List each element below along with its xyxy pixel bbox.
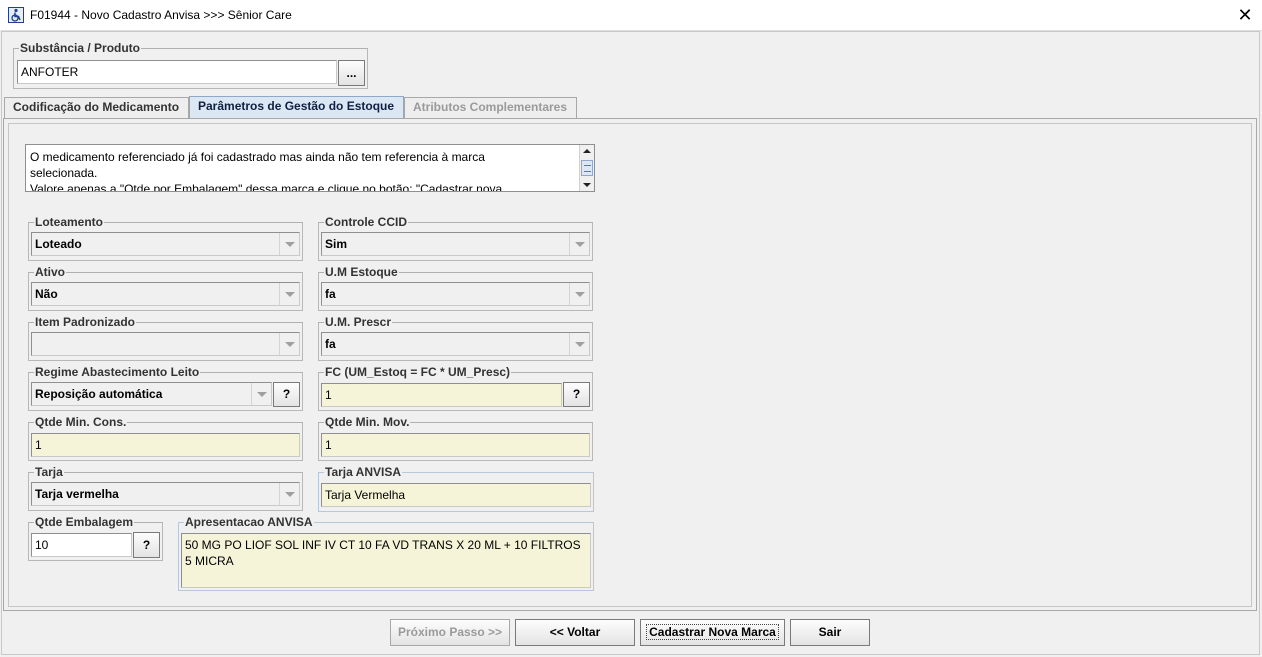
controle-ccid-select[interactable]: Sim bbox=[321, 232, 590, 256]
chevron-down-icon[interactable] bbox=[279, 483, 299, 505]
qtde-embalagem-input[interactable]: 10 bbox=[31, 533, 132, 557]
item-padronizado-label: Item Padronizado bbox=[34, 315, 137, 329]
tab-atributos[interactable]: Atributos Complementares bbox=[404, 97, 577, 118]
substancia-label: Substância / Produto bbox=[19, 41, 142, 55]
info-line-3: Valore apenas a "Qtde por Embalagem" des… bbox=[30, 182, 503, 192]
loteamento-label: Loteamento bbox=[34, 215, 105, 229]
um-prescr-label: U.M. Prescr bbox=[324, 315, 393, 329]
tab-codificacao[interactable]: Codificação do Medicamento bbox=[4, 97, 189, 118]
um-estoque-label: U.M Estoque bbox=[324, 265, 399, 279]
substancia-browse-button[interactable]: ... bbox=[338, 60, 365, 86]
chevron-down-icon[interactable] bbox=[569, 333, 589, 355]
apresentacao-anvisa-textarea[interactable]: 50 MG PO LIOF SOL INF IV CT 10 FA VD TRA… bbox=[181, 533, 591, 588]
qtde-embalagem-label: Qtde Embalagem bbox=[34, 515, 135, 529]
close-icon[interactable]: ✕ bbox=[1234, 4, 1256, 26]
tab-parametros[interactable]: Parâmetros de Gestão do Estoque bbox=[189, 96, 404, 119]
fc-label: FC (UM_Estoq = FC * UM_Presc) bbox=[324, 365, 512, 379]
tarja-anvisa-label: Tarja ANVISA bbox=[324, 465, 403, 479]
chevron-down-icon[interactable] bbox=[279, 233, 299, 255]
chevron-down-icon[interactable] bbox=[279, 283, 299, 305]
cadastrar-nova-marca-label: Cadastrar Nova Marca bbox=[646, 624, 779, 640]
proximo-passo-button[interactable]: Próximo Passo >> bbox=[390, 619, 510, 646]
um-prescr-value: fa bbox=[325, 337, 336, 351]
controle-ccid-label: Controle CCID bbox=[324, 215, 408, 229]
substancia-input[interactable]: ANFOTER bbox=[17, 60, 337, 84]
info-line-2: selecionada. bbox=[30, 166, 98, 180]
qtde-embalagem-help-button[interactable]: ? bbox=[133, 532, 160, 558]
qtde-min-mov-label: Qtde Min. Mov. bbox=[324, 415, 411, 429]
regime-select[interactable]: Reposição automática bbox=[31, 382, 272, 406]
loteamento-value: Loteado bbox=[35, 237, 82, 251]
regime-help-button[interactable]: ? bbox=[273, 382, 300, 407]
voltar-button[interactable]: << Voltar bbox=[515, 619, 635, 646]
info-message: O medicamento referenciado já foi cadast… bbox=[25, 144, 595, 192]
fc-help-button[interactable]: ? bbox=[563, 382, 590, 407]
scroll-up-icon[interactable] bbox=[580, 145, 594, 157]
window-title: F01944 - Novo Cadastro Anvisa >>> Sênior… bbox=[30, 8, 292, 22]
cadastrar-nova-marca-button[interactable]: Cadastrar Nova Marca bbox=[640, 619, 785, 646]
tarja-value: Tarja vermelha bbox=[35, 487, 119, 501]
chevron-down-icon[interactable] bbox=[569, 233, 589, 255]
chevron-down-icon[interactable] bbox=[279, 333, 299, 355]
scroll-thumb[interactable] bbox=[581, 160, 593, 176]
tarja-select[interactable]: Tarja vermelha bbox=[31, 482, 300, 506]
um-estoque-value: fa bbox=[325, 287, 336, 301]
sair-button[interactable]: Sair bbox=[790, 619, 870, 646]
chevron-down-icon[interactable] bbox=[251, 383, 271, 405]
tarja-label: Tarja bbox=[34, 465, 64, 479]
ativo-label: Ativo bbox=[34, 265, 66, 279]
loteamento-select[interactable]: Loteado bbox=[31, 232, 300, 256]
controle-ccid-value: Sim bbox=[325, 237, 348, 251]
app-icon bbox=[8, 7, 24, 23]
qtde-min-cons-label: Qtde Min. Cons. bbox=[34, 415, 128, 429]
chevron-down-icon[interactable] bbox=[569, 283, 589, 305]
um-estoque-select[interactable]: fa bbox=[321, 282, 590, 306]
regime-value: Reposição automática bbox=[35, 387, 163, 401]
qtde-min-mov-input[interactable]: 1 bbox=[321, 433, 590, 457]
qtde-min-cons-input[interactable]: 1 bbox=[31, 433, 300, 457]
item-padronizado-select[interactable] bbox=[31, 332, 300, 356]
ativo-value: Não bbox=[35, 287, 58, 301]
tarja-anvisa-input[interactable]: Tarja Vermelha bbox=[321, 483, 591, 507]
scroll-down-icon[interactable] bbox=[580, 179, 594, 191]
info-line-1: O medicamento referenciado já foi cadast… bbox=[30, 150, 485, 164]
um-prescr-select[interactable]: fa bbox=[321, 332, 590, 356]
ativo-select[interactable]: Não bbox=[31, 282, 300, 306]
regime-label: Regime Abastecimento Leito bbox=[34, 365, 201, 379]
apresentacao-anvisa-label: Apresentacao ANVISA bbox=[184, 515, 314, 529]
fc-input[interactable]: 1 bbox=[321, 383, 562, 407]
info-scrollbar[interactable] bbox=[579, 145, 594, 191]
